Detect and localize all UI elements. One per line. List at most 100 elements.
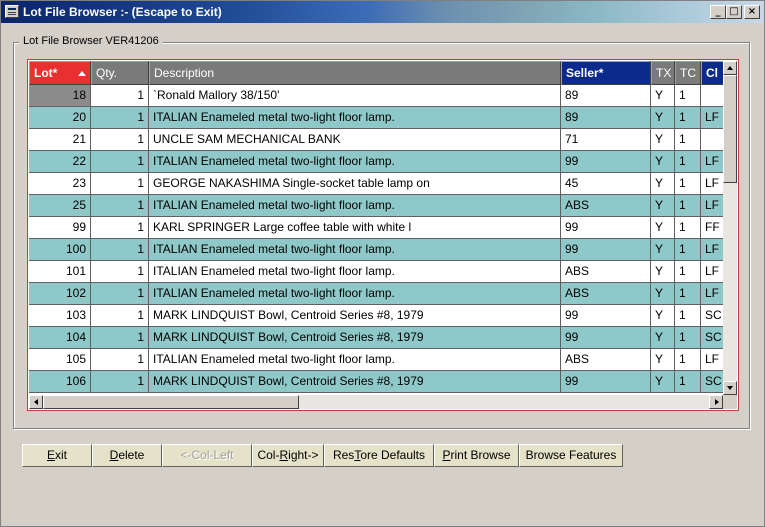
cell-tx[interactable]: Y [651,85,675,107]
vertical-scrollbar[interactable] [723,61,737,395]
cell-tc[interactable]: 1 [675,283,701,305]
table-row[interactable]: 100 1 ITALIAN Enameled metal two-light flo… [29,239,731,261]
cell-tx[interactable]: Y [651,129,675,151]
cell-qty[interactable]: 1 [91,349,149,371]
cell-tx[interactable]: Y [651,217,675,239]
table-row[interactable]: 103 1 MARK LINDQUIST Bowl, Centroid Series… [29,305,731,327]
cell-seller[interactable]: 89 [561,85,651,107]
cell-qty[interactable]: 1 [91,151,149,173]
cell-lot[interactable]: 18 [29,85,91,107]
cell-description[interactable]: UNCLE SAM MECHANICAL BANK [149,129,561,151]
table-row[interactable]: 25 1 ITALIAN Enameled metal two-light floo… [29,195,731,217]
table-row[interactable]: 23 1 GEORGE NAKASHIMA Single-socket table … [29,173,731,195]
cell-tx[interactable]: Y [651,261,675,283]
cell-seller[interactable]: 99 [561,151,651,173]
cell-seller[interactable]: 99 [561,217,651,239]
cell-description[interactable]: MARK LINDQUIST Bowl, Centroid Series #8,… [149,327,561,349]
cell-lot[interactable]: 25 [29,195,91,217]
cell-lot[interactable]: 103 [29,305,91,327]
cell-tx[interactable]: Y [651,195,675,217]
table-row[interactable]: 101 1 ITALIAN Enameled metal two-light flo… [29,261,731,283]
cell-qty[interactable]: 1 [91,371,149,393]
cell-lot[interactable]: 21 [29,129,91,151]
col-right-button[interactable]: Col-Right-> [252,444,324,467]
cell-qty[interactable]: 1 [91,85,149,107]
cell-tx[interactable]: Y [651,349,675,371]
cell-lot[interactable]: 23 [29,173,91,195]
cell-lot[interactable]: 20 [29,107,91,129]
horizontal-scrollbar[interactable] [29,395,723,409]
table-row[interactable]: 99 1 KARL SPRINGER Large coffee table with… [29,217,731,239]
cell-seller[interactable]: 45 [561,173,651,195]
cell-tx[interactable]: Y [651,173,675,195]
cell-description[interactable]: ITALIAN Enameled metal two-light floor l… [149,349,561,371]
cell-description[interactable]: ITALIAN Enameled metal two-light floor l… [149,239,561,261]
cell-tx[interactable]: Y [651,371,675,393]
cell-qty[interactable]: 1 [91,195,149,217]
table-row[interactable]: 105 1 ITALIAN Enameled metal two-light flo… [29,349,731,371]
cell-description[interactable]: ITALIAN Enameled metal two-light floor l… [149,195,561,217]
scroll-right-button[interactable] [709,395,723,409]
cell-description[interactable]: MARK LINDQUIST Bowl, Centroid Series #8,… [149,305,561,327]
cell-tc[interactable]: 1 [675,107,701,129]
table-row[interactable]: 102 1 ITALIAN Enameled metal two-light flo… [29,283,731,305]
cell-lot[interactable]: 100 [29,239,91,261]
scroll-down-button[interactable] [723,381,737,395]
scroll-up-button[interactable] [723,61,737,75]
column-header-qty[interactable]: Qty. [91,61,149,85]
cell-tc[interactable]: 1 [675,261,701,283]
cell-seller[interactable]: ABS [561,349,651,371]
cell-qty[interactable]: 1 [91,261,149,283]
cell-qty[interactable]: 1 [91,107,149,129]
cell-seller[interactable]: ABS [561,195,651,217]
cell-tx[interactable]: Y [651,107,675,129]
cell-tc[interactable]: 1 [675,217,701,239]
cell-lot[interactable]: 99 [29,217,91,239]
cell-qty[interactable]: 1 [91,217,149,239]
cell-lot[interactable]: 104 [29,327,91,349]
table-row[interactable]: 104 1 MARK LINDQUIST Bowl, Centroid Series… [29,327,731,349]
cell-seller[interactable]: 99 [561,327,651,349]
cell-qty[interactable]: 1 [91,173,149,195]
cell-tx[interactable]: Y [651,151,675,173]
cell-tx[interactable]: Y [651,239,675,261]
cell-seller[interactable]: ABS [561,283,651,305]
title-bar[interactable]: Lot File Browser :- (Escape to Exit) _ □… [1,1,764,23]
cell-lot[interactable]: 105 [29,349,91,371]
lot-grid[interactable]: Lot* Qty. Description Seller* TX TC Cl 18 1 `Ron… [27,59,739,411]
cell-lot[interactable]: 22 [29,151,91,173]
column-header-lot[interactable]: Lot* [29,61,91,85]
cell-lot[interactable]: 102 [29,283,91,305]
cell-tc[interactable]: 1 [675,173,701,195]
cell-tc[interactable]: 1 [675,327,701,349]
cell-description[interactable]: ITALIAN Enameled metal two-light floor l… [149,283,561,305]
cell-description[interactable]: ITALIAN Enameled metal two-light floor l… [149,107,561,129]
column-header-description[interactable]: Description [149,61,561,85]
cell-tx[interactable]: Y [651,305,675,327]
cell-qty[interactable]: 1 [91,283,149,305]
maximize-button[interactable]: □ [726,5,742,19]
cell-qty[interactable]: 1 [91,129,149,151]
cell-description[interactable]: `Ronald Mallory 38/150' [149,85,561,107]
col-left-button[interactable]: <-Col-Left [162,444,252,467]
cell-seller[interactable]: 99 [561,371,651,393]
app-icon[interactable] [5,5,19,18]
table-row[interactable]: 21 1 UNCLE SAM MECHANICAL BANK 71 Y 1 [29,129,731,151]
cell-seller[interactable]: 99 [561,305,651,327]
column-header-tx[interactable]: TX [651,61,675,85]
delete-button[interactable]: Delete [92,444,162,467]
print-browse-button[interactable]: Print Browse [434,444,519,467]
cell-tc[interactable]: 1 [675,305,701,327]
cell-tx[interactable]: Y [651,327,675,349]
scroll-left-button[interactable] [29,395,43,409]
cell-description[interactable]: GEORGE NAKASHIMA Single-socket table lam… [149,173,561,195]
cell-qty[interactable]: 1 [91,327,149,349]
exit-button[interactable]: Exit [22,444,92,467]
cell-description[interactable]: ITALIAN Enameled metal two-light floor l… [149,261,561,283]
horizontal-scroll-thumb[interactable] [43,395,299,409]
cell-tc[interactable]: 1 [675,129,701,151]
column-header-seller[interactable]: Seller* [561,61,651,85]
cell-seller[interactable]: 89 [561,107,651,129]
cell-seller[interactable]: ABS [561,261,651,283]
cell-tc[interactable]: 1 [675,85,701,107]
